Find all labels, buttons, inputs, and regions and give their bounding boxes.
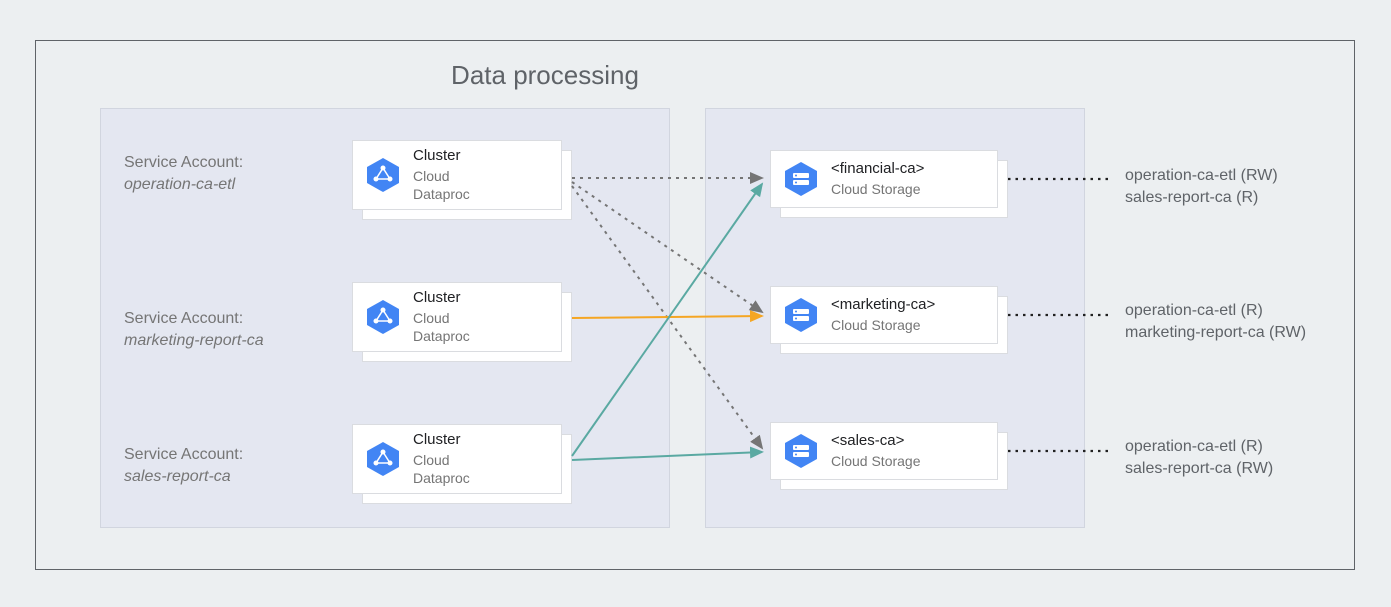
card-subtitle-2: Dataproc [413,327,470,345]
perm-line: marketing-report-ca (RW) [1125,322,1306,344]
permissions-label-2: operation-ca-etl (R) marketing-report-ca… [1125,300,1306,344]
card-subtitle-1: Cloud [413,451,470,469]
storage-icon [783,161,819,197]
service-account-heading: Service Account: [124,308,264,330]
service-account-name: marketing-report-ca [124,330,264,352]
card-front: Cluster Cloud Dataproc [352,282,562,352]
service-account-name: sales-report-ca [124,466,243,488]
service-account-label-2: Service Account: marketing-report-ca [124,308,264,352]
card-title: <sales-ca> [831,432,921,450]
service-account-name: operation-ca-etl [124,174,243,196]
card-text: Cluster Cloud Dataproc [413,289,470,345]
dataproc-icon [365,441,401,477]
card-text: Cluster Cloud Dataproc [413,431,470,487]
card-front: <marketing-ca> Cloud Storage [770,286,998,344]
dataproc-icon [365,157,401,193]
dataproc-icon [365,299,401,335]
card-front: Cluster Cloud Dataproc [352,424,562,494]
card-title: <marketing-ca> [831,296,935,314]
card-title: Cluster [413,147,470,165]
card-front: <financial-ca> Cloud Storage [770,150,998,208]
perm-line: operation-ca-etl (R) [1125,300,1306,322]
card-front: <sales-ca> Cloud Storage [770,422,998,480]
card-subtitle: Cloud Storage [831,316,935,334]
card-title: Cluster [413,431,470,449]
card-text: <marketing-ca> Cloud Storage [831,296,935,334]
card-subtitle-2: Dataproc [413,185,470,203]
service-account-label-3: Service Account: sales-report-ca [124,444,243,488]
card-title: Cluster [413,289,470,307]
card-text: Cluster Cloud Dataproc [413,147,470,203]
storage-icon [783,433,819,469]
card-text: <sales-ca> Cloud Storage [831,432,921,470]
card-subtitle: Cloud Storage [831,452,921,470]
perm-line: operation-ca-etl (RW) [1125,165,1278,187]
card-subtitle-2: Dataproc [413,469,470,487]
service-account-label-1: Service Account: operation-ca-etl [124,152,243,196]
storage-icon [783,297,819,333]
permissions-label-3: operation-ca-etl (R) sales-report-ca (RW… [1125,436,1273,480]
card-text: <financial-ca> Cloud Storage [831,160,924,198]
card-subtitle-1: Cloud [413,167,470,185]
card-subtitle: Cloud Storage [831,180,924,198]
service-account-heading: Service Account: [124,152,243,174]
perm-line: sales-report-ca (RW) [1125,458,1273,480]
card-title: <financial-ca> [831,160,924,178]
diagram-title: Data processing [0,60,1090,91]
card-subtitle-1: Cloud [413,309,470,327]
service-account-heading: Service Account: [124,444,243,466]
permissions-label-1: operation-ca-etl (RW) sales-report-ca (R… [1125,165,1278,209]
perm-line: sales-report-ca (R) [1125,187,1278,209]
card-front: Cluster Cloud Dataproc [352,140,562,210]
perm-line: operation-ca-etl (R) [1125,436,1273,458]
